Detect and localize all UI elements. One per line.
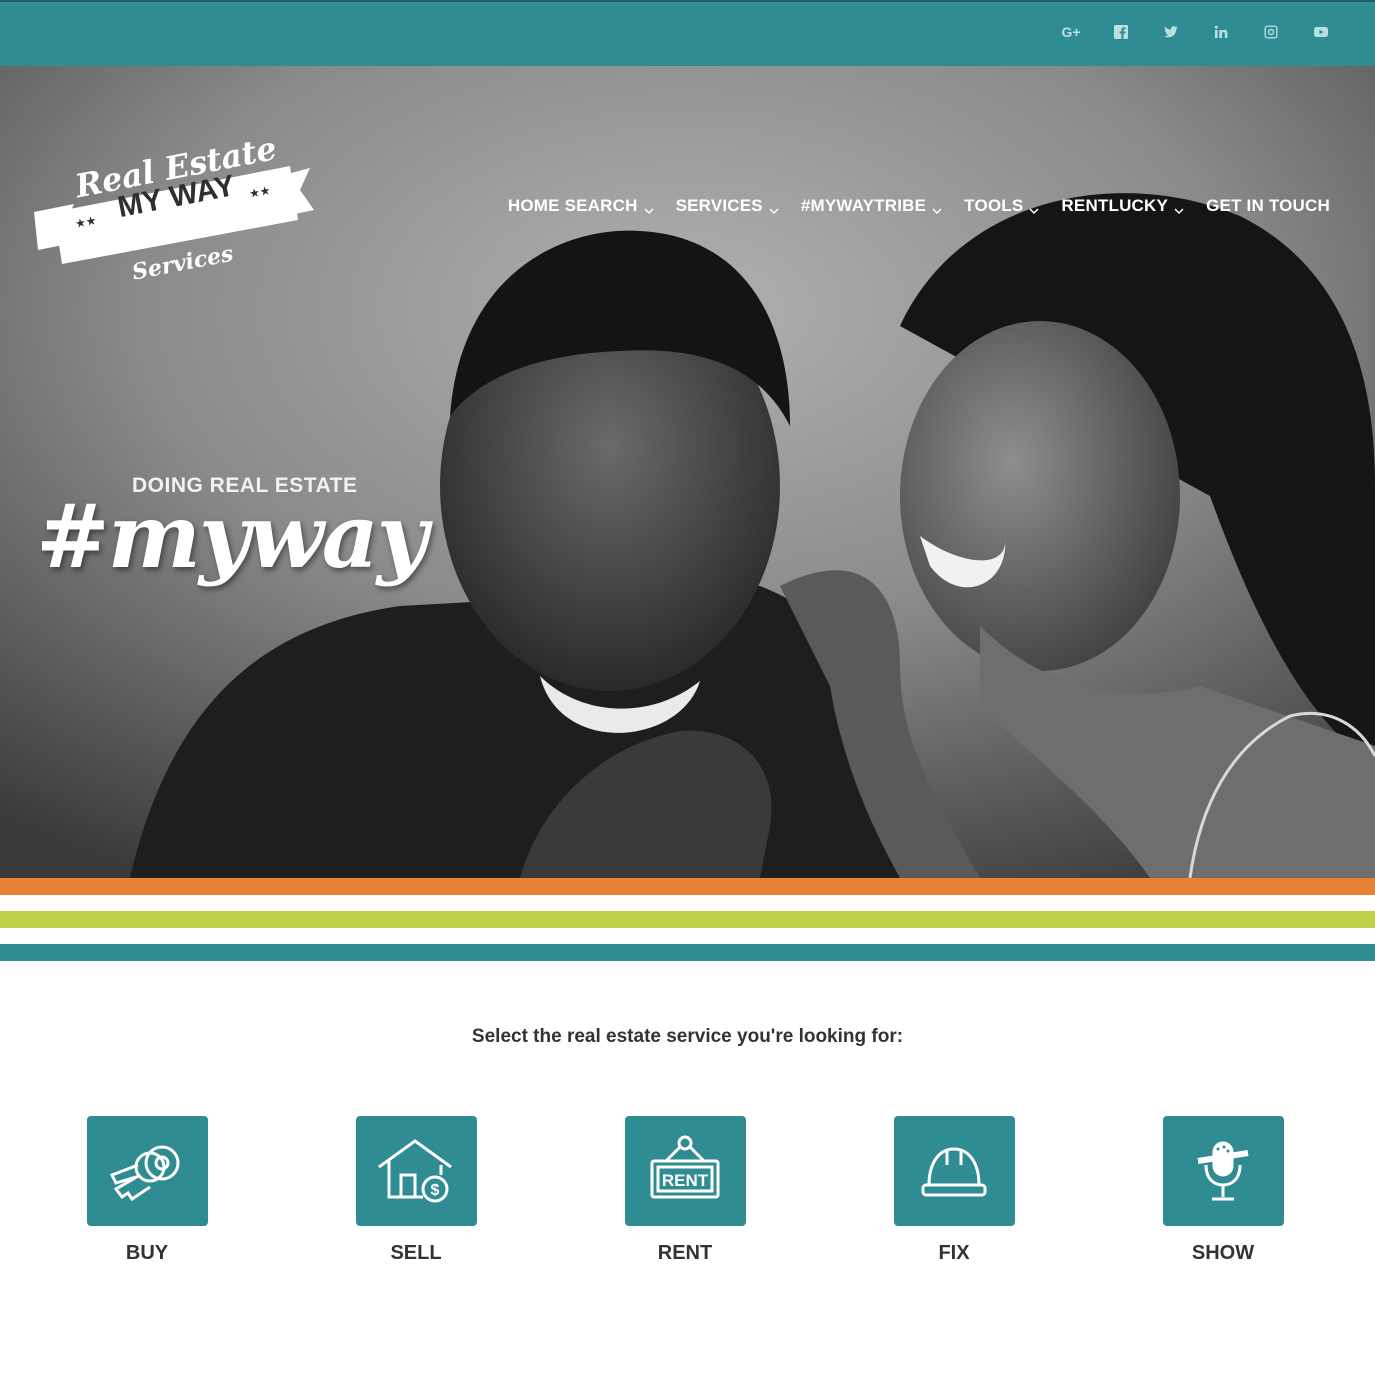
stripe-orange [0,878,1375,895]
nav-item-tools[interactable]: TOOLS [964,196,1039,216]
nav-item-get-in-touch[interactable]: GET IN TOUCH [1206,196,1330,216]
service-tile[interactable] [893,1116,1015,1226]
service-tile[interactable]: $ [355,1116,477,1226]
chevron-down-icon [769,201,779,215]
service-tile[interactable] [1162,1116,1284,1226]
service-label: SELL [390,1242,442,1264]
service-label: BUY [125,1242,169,1264]
twitter-icon[interactable] [1157,18,1185,46]
chevron-down-icon [932,201,942,215]
service-fix[interactable]: FIX [869,1116,1039,1265]
service-show[interactable]: SHOW [1138,1116,1308,1265]
stripe-green [0,911,1375,928]
chevron-down-icon [1174,201,1184,215]
google-plus-text: G+ [1061,24,1081,40]
hero-banner: MY WAY ★★ ★★ Real Estate Services HOME S… [0,66,1375,878]
nav-item-home-search[interactable]: HOME SEARCH [508,196,654,216]
nav-label: GET IN TOUCH [1206,196,1330,215]
nav-label: #MYWAYTRIBE [800,196,927,215]
microphone-icon [1197,1141,1249,1201]
nav-item-services[interactable]: SERVICES [676,196,779,216]
instagram-icon[interactable] [1257,18,1285,46]
services-prompt: Select the real estate service you're lo… [471,1026,904,1047]
house-money-icon: $ [378,1139,452,1203]
service-buy[interactable]: BUY [62,1116,232,1265]
service-label: FIX [938,1242,970,1264]
hero-tagline-big: #myway [36,484,428,588]
nav-label: RENTLUCKY [1061,196,1169,215]
linkedin-icon[interactable] [1207,18,1235,46]
facebook-icon[interactable] [1107,18,1135,46]
svg-text:$: $ [431,1182,440,1199]
main-nav: HOME SEARCH SERVICES #MYWAYTRIBE TOOLS R… [486,196,1330,216]
google-plus-icon[interactable]: G+ [1057,18,1085,46]
service-label: SHOW [1191,1242,1255,1264]
service-label: RENT [657,1242,713,1264]
nav-item-mywaytribe[interactable]: #MYWAYTRIBE [801,196,942,216]
youtube-icon[interactable] [1307,18,1335,46]
chevron-down-icon [1029,201,1039,215]
top-social-bar: G+ [0,0,1375,66]
nav-label: SERVICES [675,196,763,215]
service-tile[interactable] [86,1116,208,1226]
service-tile[interactable]: RENT [624,1116,746,1226]
keys-icon [109,1145,180,1202]
service-rent[interactable]: RENT RENT [600,1116,770,1265]
hard-hat-icon [921,1147,987,1197]
rent-sign-icon: RENT [650,1135,720,1199]
site-logo[interactable]: MY WAY ★★ ★★ Real Estate Services [28,138,318,288]
nav-label: TOOLS [964,196,1024,215]
rent-sign-text: RENT [662,1171,709,1190]
nav-label: HOME SEARCH [507,196,638,215]
nav-item-rentlucky[interactable]: RENTLUCKY [1061,196,1184,216]
service-sell[interactable]: $ SELL [331,1116,501,1265]
social-links: G+ [1057,18,1335,46]
chevron-down-icon [644,201,654,215]
stripe-teal [0,944,1375,961]
